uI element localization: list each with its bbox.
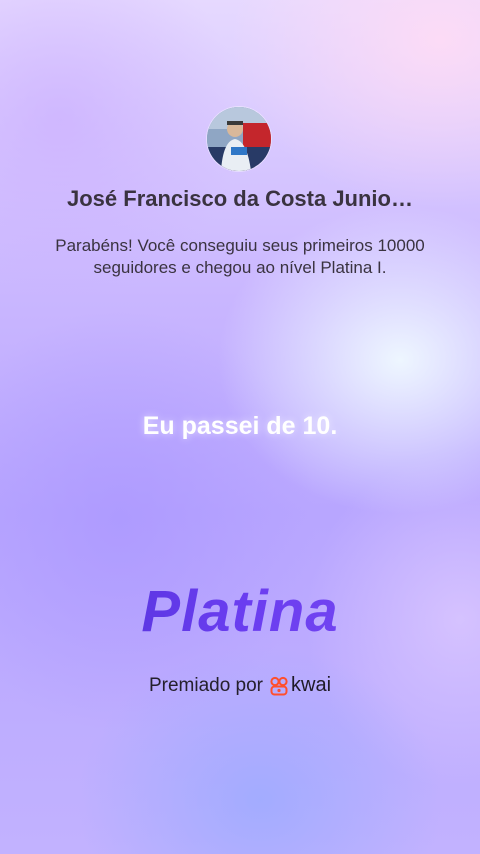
awarded-by: Premiado por kwai [0,674,480,697]
avatar-photo [207,107,271,171]
profile-avatar [207,107,271,171]
kwai-logo: kwai [269,674,331,697]
kwai-logo-icon [270,676,288,695]
awarded-prefix: Premiado por [148,674,264,696]
level-title: Platina [0,578,480,645]
profile-name: José Francisco da Costa Junio… [67,186,413,211]
congratulations-message: Parabéns! Você conseguiu seus primeiros … [55,236,425,277]
kwai-brand-text: kwai [291,674,332,696]
headline-text: Eu passei de 10. [142,412,338,440]
